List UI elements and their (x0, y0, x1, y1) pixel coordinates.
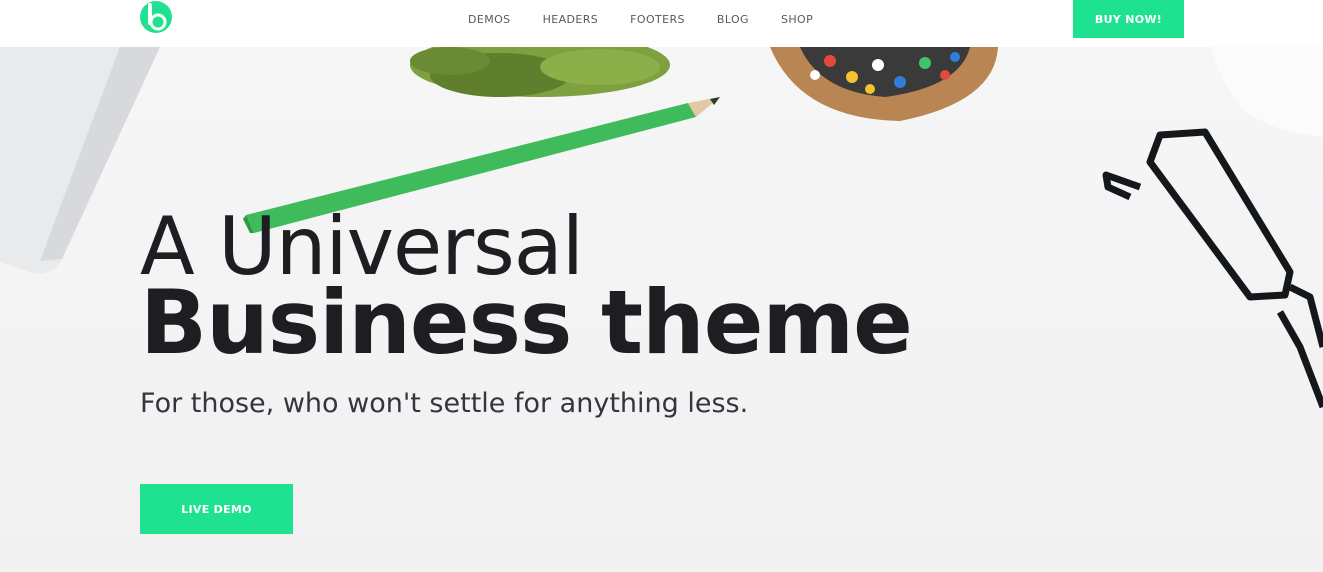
menu-item-blog[interactable]: BLOG (701, 13, 765, 26)
pin-bowl-image (770, 47, 998, 121)
menu-item-shop[interactable]: SHOP (765, 13, 829, 26)
menu-item-demos[interactable]: DEMOS (452, 13, 527, 26)
hero-section: A Universal Business theme For those, wh… (0, 47, 1323, 572)
menu-item-headers[interactable]: HEADERS (527, 13, 615, 26)
plant-image (410, 47, 670, 97)
hero-title-line-2: Business theme (140, 271, 913, 374)
buy-now-button[interactable]: BUY NOW! (1073, 0, 1184, 38)
hero-subtitle: For those, who won't settle for anything… (140, 388, 749, 419)
menu-item-footers[interactable]: FOOTERS (614, 13, 701, 26)
top-navbar: DEMOS HEADERS FOOTERS BLOG SHOP BUY NOW! (0, 0, 1323, 47)
brand-logo-icon[interactable] (139, 0, 173, 34)
main-menu: DEMOS HEADERS FOOTERS BLOG SHOP (452, 0, 829, 38)
live-demo-button[interactable]: LIVE DEMO (140, 484, 293, 534)
glasses-image (1102, 128, 1323, 409)
